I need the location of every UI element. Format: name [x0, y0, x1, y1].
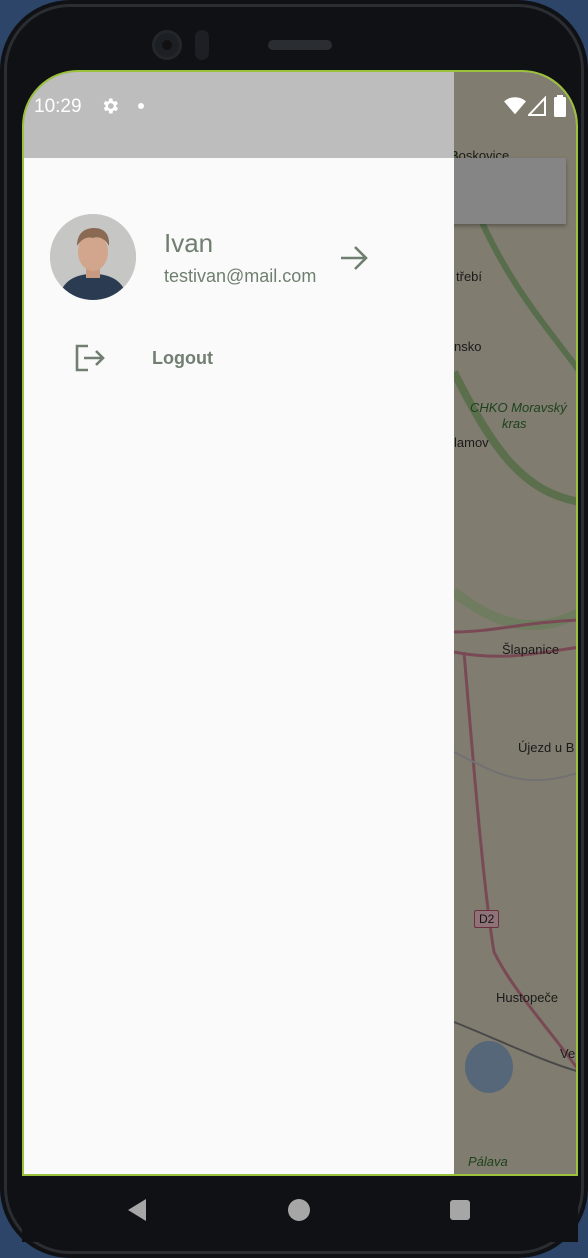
recents-icon[interactable] — [450, 1200, 470, 1220]
status-bar-right — [454, 72, 576, 158]
navigation-drawer: Ivan testivan@mail.com Logout — [24, 158, 454, 1174]
earpiece-speaker — [268, 40, 332, 50]
gear-icon — [103, 98, 118, 114]
wifi-icon — [504, 97, 526, 115]
front-camera — [152, 30, 182, 60]
signal-icon — [528, 96, 546, 116]
avatar-photo — [50, 214, 136, 300]
home-icon[interactable] — [288, 1199, 310, 1221]
proximity-sensor — [195, 30, 209, 60]
user-email: testivan@mail.com — [164, 266, 317, 286]
system-nav-bar — [22, 1176, 578, 1242]
logout-label: Logout — [152, 348, 213, 368]
status-bar: 10:29 — [24, 72, 454, 158]
battery-icon — [554, 95, 566, 117]
dot-icon — [138, 103, 144, 109]
arrow-right-icon[interactable] — [338, 242, 370, 274]
avatar[interactable] — [50, 214, 136, 300]
status-time: 10:29 — [34, 96, 82, 117]
screen: Boskovice třebí nsko CHKO Moravský kras … — [22, 70, 578, 1176]
logout-icon — [75, 344, 105, 372]
user-name: Ivan — [164, 228, 214, 258]
device-frame: Boskovice třebí nsko CHKO Moravský kras … — [0, 0, 588, 1258]
logout-menu-item[interactable]: Logout — [24, 334, 454, 382]
back-icon[interactable] — [126, 1198, 148, 1222]
